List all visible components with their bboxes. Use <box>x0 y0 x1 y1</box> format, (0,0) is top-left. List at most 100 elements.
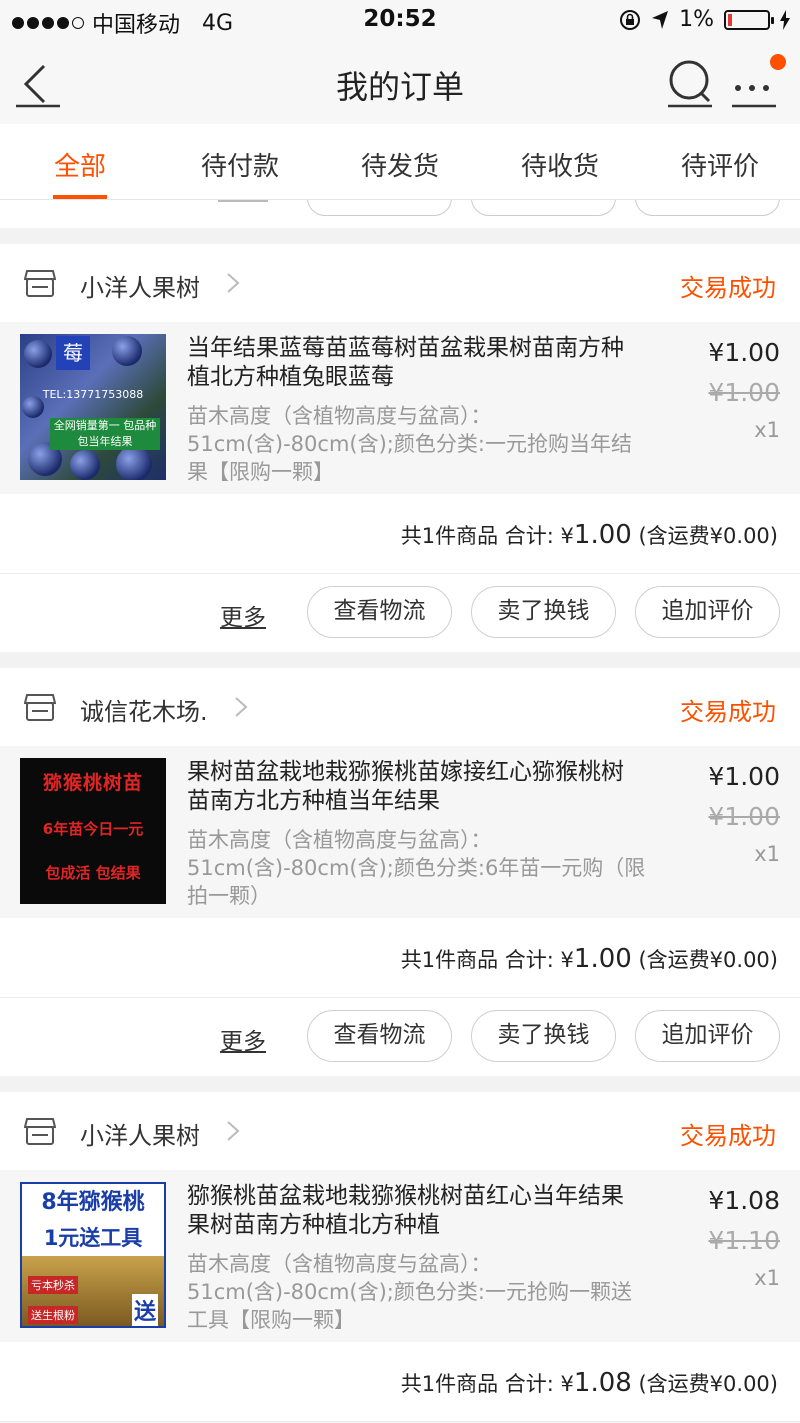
summary-currency: ¥ <box>560 1372 574 1396</box>
shop-name[interactable]: 小洋人果树 <box>80 1116 200 1151</box>
status-bar: 中国移动 4G 20:52 1% <box>0 0 800 40</box>
store-icon <box>24 1118 56 1145</box>
product-spec: 苗木高度（含植物高度与盆高）：51cm(含)-80cm(含);颜色分类:6年苗一… <box>187 828 646 908</box>
more-dots-icon <box>732 85 776 108</box>
charging-bolt-icon <box>780 9 790 30</box>
battery-icon <box>724 9 774 30</box>
summary-total: 1.00 <box>573 944 632 974</box>
order-card: 小洋人果树 交易成功 8年猕猴桃 1元送工具 亏本秒杀 送生根粉 送 猕猴桃苗盆… <box>0 1092 800 1422</box>
thumbnail-label: 6年苗今日一元 <box>42 820 144 838</box>
thumbnail-label: 包成活 包结果 <box>45 864 141 882</box>
order-summary: 共1件商品 合计: ¥1.08 (含运费¥0.00) <box>0 1342 800 1422</box>
card-gap <box>0 228 800 244</box>
chevron-right-icon <box>227 1121 240 1141</box>
shop-name[interactable]: 诚信花木场. <box>80 692 208 727</box>
store-icon <box>24 694 56 721</box>
product-price: ¥1.00 <box>708 338 780 367</box>
card-gap <box>0 1076 800 1092</box>
chevron-right-icon <box>227 273 240 293</box>
summary-total: 1.00 <box>573 520 632 550</box>
order-item[interactable]: 8年猕猴桃 1元送工具 亏本秒杀 送生根粉 送 猕猴桃苗盆栽地栽猕猴桃树苗红心当… <box>0 1170 800 1342</box>
product-thumbnail[interactable]: 莓 TEL:13771753088 全网销量第一 包品种 包当年结果 <box>20 334 166 480</box>
product-thumbnail[interactable]: 猕猴桃树苗 6年苗今日一元 包成活 包结果 <box>20 758 166 904</box>
summary-currency: ¥ <box>560 524 574 548</box>
product-title[interactable]: 猕猴桃苗盆栽地栽猕猴桃树苗红心当年结果果树苗南方种植北方种植 <box>187 1182 637 1240</box>
shop-name[interactable]: 小洋人果树 <box>80 268 200 303</box>
thumbnail-label: 莓 <box>56 336 90 370</box>
previous-button[interactable] <box>471 200 616 216</box>
notification-dot <box>770 54 786 70</box>
order-actions: 更多 查看物流 卖了换钱 追加评价 <box>0 574 800 652</box>
product-spec: 苗木高度（含植物高度与盆高）：51cm(含)-80cm(含);颜色分类:一元抢购… <box>187 404 632 484</box>
summary-total: 1.08 <box>573 1368 632 1398</box>
thumbnail-label: 亏本秒杀 <box>28 1276 78 1294</box>
order-card: 诚信花木场. 交易成功 猕猴桃树苗 6年苗今日一元 包成活 包结果 果树苗盆栽地… <box>0 668 800 1076</box>
summary-text: 共1件商品 合计: ¥1.00 (含运费¥0.00) <box>401 520 778 550</box>
product-quantity: x1 <box>754 418 780 442</box>
product-title[interactable]: 当年结果蓝莓苗蓝莓树苗盆栽果树苗南方种植北方种植兔眼蓝莓 <box>187 334 637 392</box>
thumbnail-label: 全网销量第一 包品种 包当年结果 <box>50 418 160 450</box>
original-price: ¥1.00 <box>708 378 780 407</box>
status-right: 1% <box>619 7 790 32</box>
order-item[interactable]: 猕猴桃树苗 6年苗今日一元 包成活 包结果 果树苗盆栽地栽猕猴桃苗嫁接红心猕猴桃… <box>0 746 800 918</box>
card-gap <box>0 652 800 668</box>
summary-shipping: (含运费¥0.00) <box>638 524 778 548</box>
thumbnail-label: TEL:13771753088 <box>42 388 144 401</box>
resell-button[interactable]: 卖了换钱 <box>471 1010 616 1062</box>
view-logistics-button[interactable]: 查看物流 <box>307 1010 452 1062</box>
tab-pending-shipment[interactable]: 待发货 <box>320 124 480 199</box>
chevron-right-icon <box>235 697 248 717</box>
product-price: ¥1.08 <box>708 1186 780 1215</box>
product-quantity: x1 <box>754 1266 780 1290</box>
location-arrow-icon <box>652 10 669 29</box>
summary-text: 共1件商品 合计: ¥1.00 (含运费¥0.00) <box>401 944 778 974</box>
summary-currency: ¥ <box>560 948 574 972</box>
previous-order-peek <box>0 200 800 228</box>
summary-count: 共1件商品 合计: <box>400 524 554 548</box>
summary-text: 共1件商品 合计: ¥1.08 (含运费¥0.00) <box>401 1368 778 1398</box>
rotation-lock-icon <box>620 9 641 30</box>
previous-button[interactable] <box>307 200 452 216</box>
summary-shipping: (含运费¥0.00) <box>638 948 778 972</box>
thumbnail-label: 送生根粉 <box>28 1306 78 1324</box>
tab-pending-receipt[interactable]: 待收货 <box>480 124 640 199</box>
product-title[interactable]: 果树苗盆栽地栽猕猴桃苗嫁接红心猕猴桃树苗南方北方种植当年结果 <box>187 758 637 816</box>
resell-button[interactable]: 卖了换钱 <box>471 586 616 638</box>
product-thumbnail[interactable]: 8年猕猴桃 1元送工具 亏本秒杀 送生根粉 送 <box>20 1182 166 1328</box>
thumbnail-label: 1元送工具 <box>43 1226 143 1250</box>
original-price: ¥1.00 <box>708 802 780 831</box>
more-menu-button[interactable] <box>730 54 786 108</box>
previous-button[interactable] <box>635 200 780 216</box>
store-icon <box>24 270 56 297</box>
thumbnail-label: 送 <box>131 1294 158 1326</box>
tab-pending-review[interactable]: 待评价 <box>640 124 800 199</box>
order-status: 交易成功 <box>680 274 776 302</box>
product-spec: 苗木高度（含植物高度与盆高）：51cm(含)-80cm(含);颜色分类:一元抢购… <box>187 1252 632 1332</box>
tab-all[interactable]: 全部 <box>0 124 160 199</box>
product-quantity: x1 <box>754 842 780 866</box>
product-price: ¥1.00 <box>708 762 780 791</box>
view-logistics-button[interactable]: 查看物流 <box>307 586 452 638</box>
summary-count: 共1件商品 合计: <box>400 948 554 972</box>
shop-header[interactable]: 诚信花木场. 交易成功 <box>0 668 800 746</box>
order-summary: 共1件商品 合计: ¥1.00 (含运费¥0.00) <box>0 494 800 574</box>
summary-shipping: (含运费¥0.00) <box>638 1372 778 1396</box>
order-summary: 共1件商品 合计: ¥1.00 (含运费¥0.00) <box>0 918 800 998</box>
order-actions: 更多 查看物流 卖了换钱 追加评价 <box>0 998 800 1076</box>
more-link[interactable]: 更多 <box>220 1022 266 1056</box>
battery-percent: 1% <box>679 7 714 32</box>
order-tabs: 全部 待付款 待发货 待收货 待评价 <box>0 124 800 200</box>
summary-count: 共1件商品 合计: <box>400 1372 554 1396</box>
tab-pending-payment[interactable]: 待付款 <box>160 124 320 199</box>
thumbnail-label: 8年猕猴桃 <box>41 1190 145 1215</box>
shop-header[interactable]: 小洋人果树 交易成功 <box>0 244 800 322</box>
order-status: 交易成功 <box>680 1122 776 1150</box>
add-review-button[interactable]: 追加评价 <box>635 586 780 638</box>
shop-header[interactable]: 小洋人果树 交易成功 <box>0 1092 800 1170</box>
add-review-button[interactable]: 追加评价 <box>635 1010 780 1062</box>
search-icon[interactable] <box>666 58 714 108</box>
original-price: ¥1.10 <box>708 1226 780 1255</box>
more-link[interactable]: 更多 <box>220 598 266 632</box>
previous-more-underline <box>218 200 268 202</box>
order-item[interactable]: 莓 TEL:13771753088 全网销量第一 包品种 包当年结果 当年结果蓝… <box>0 322 800 494</box>
